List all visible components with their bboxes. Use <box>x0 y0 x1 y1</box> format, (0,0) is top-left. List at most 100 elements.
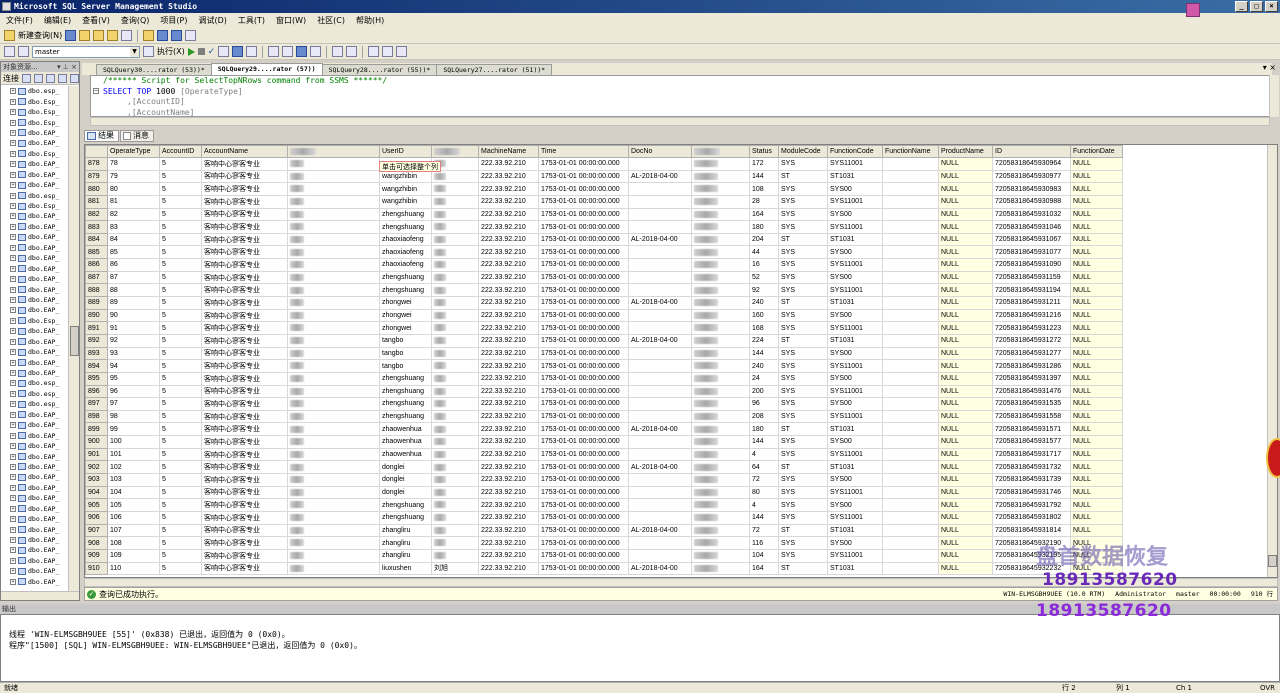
row-number[interactable]: 888 <box>85 283 108 298</box>
table-cell[interactable]: 5 <box>159 447 202 462</box>
row-number[interactable]: 909 <box>85 548 108 563</box>
table-cell[interactable]: NULL <box>1070 308 1123 323</box>
table-cell[interactable]: ST <box>778 460 828 475</box>
table-cell[interactable] <box>691 182 750 196</box>
table-cell[interactable] <box>691 460 750 475</box>
column-header[interactable]: MachineName <box>478 145 539 158</box>
column-header[interactable]: FunctionName <box>882 145 939 158</box>
editor-vscrollbar[interactable] <box>1269 75 1279 117</box>
table-cell[interactable] <box>882 422 939 437</box>
expand-icon[interactable]: + <box>10 265 16 272</box>
row-number[interactable]: 893 <box>85 346 108 361</box>
table-row[interactable]: 910 110 5 客响中心寥客专业 liuxushen 刘旭 222.33.92.210 1… <box>85 561 1123 576</box>
refresh-icon[interactable] <box>70 73 79 83</box>
table-cell[interactable] <box>882 283 939 298</box>
column-header[interactable] <box>431 145 479 158</box>
table-cell[interactable] <box>882 384 939 399</box>
table-cell[interactable]: 客响中心寥客专业 <box>201 510 288 525</box>
table-cell[interactable]: donglei <box>379 473 432 487</box>
table-cell[interactable]: 5 <box>159 548 202 563</box>
tree-item-table[interactable]: + dbo.EAP_ <box>1 566 69 576</box>
row-number[interactable]: 890 <box>85 308 108 323</box>
table-cell[interactable] <box>882 232 939 247</box>
tree-item-table[interactable]: + dbo.EAP_ <box>1 420 69 430</box>
column-header[interactable]: AccountName <box>201 145 288 158</box>
table-cell[interactable]: AL-2018-04-00 <box>628 561 692 576</box>
table-cell[interactable]: NULL <box>1070 359 1123 373</box>
table-cell[interactable]: SYS <box>778 435 828 449</box>
tree-item-table[interactable]: + dbo.EAP_ <box>1 253 69 263</box>
table-cell[interactable]: 客响中心寥客专业 <box>201 485 288 500</box>
table-cell[interactable] <box>691 359 750 373</box>
tree-item-table[interactable]: + dbo.EAP_ <box>1 138 69 148</box>
table-cell[interactable] <box>287 194 380 209</box>
table-cell[interactable]: 204 <box>749 232 779 247</box>
table-cell[interactable] <box>628 321 692 335</box>
table-cell[interactable] <box>628 409 692 424</box>
expand-icon[interactable]: + <box>10 182 16 189</box>
table-cell[interactable] <box>628 498 692 512</box>
table-cell[interactable]: NULL <box>938 409 993 424</box>
expand-icon[interactable]: + <box>10 578 16 585</box>
table-cell[interactable] <box>691 397 750 411</box>
table-cell[interactable]: 240 <box>749 296 779 310</box>
table-cell[interactable]: 91 <box>107 321 160 335</box>
column-header[interactable]: ProductName <box>938 145 993 158</box>
table-cell[interactable]: NULL <box>938 371 993 386</box>
table-cell[interactable]: NULL <box>1070 447 1123 462</box>
table-cell[interactable]: 72058318645931814 <box>992 523 1071 538</box>
table-cell[interactable]: 1753-01-01 00:00:00.000 <box>538 485 629 500</box>
tree-item-table[interactable]: + dbo.EAP_ <box>1 430 69 440</box>
tree-item-table[interactable]: + dbo.EAP_ <box>1 170 69 180</box>
table-cell[interactable]: NULL <box>1070 523 1123 538</box>
table-row[interactable]: 895 95 5 客响中心寥客专业 zhengshuang 222.33.92.210 17… <box>85 371 1123 386</box>
table-cell[interactable]: 97 <box>107 397 160 411</box>
table-cell[interactable] <box>628 473 692 487</box>
table-cell[interactable]: 1753-01-01 00:00:00.000 <box>538 245 629 260</box>
table-row[interactable]: 906 106 5 客响中心寥客专业 zhengshuang 222.33.92.210 1… <box>85 510 1123 525</box>
table-cell[interactable]: 222.33.92.210 <box>478 359 539 373</box>
expand-icon[interactable]: + <box>10 98 16 105</box>
table-cell[interactable]: 208 <box>749 409 779 424</box>
table-cell[interactable] <box>287 258 380 272</box>
tree-item-table[interactable]: + dbo.EAP_ <box>1 451 69 461</box>
table-cell[interactable] <box>287 561 380 576</box>
table-cell[interactable]: 106 <box>107 510 160 525</box>
table-cell[interactable]: 72058318645931077 <box>992 245 1071 260</box>
table-cell[interactable] <box>287 536 380 550</box>
table-cell[interactable]: ST <box>778 232 828 247</box>
table-cell[interactable]: 16 <box>749 258 779 272</box>
table-row[interactable]: 908 108 5 客响中心寥客专业 zhangliru 222.33.92.210 175… <box>85 536 1123 550</box>
table-cell[interactable] <box>287 296 380 310</box>
table-cell[interactable]: ST <box>778 333 828 348</box>
table-cell[interactable] <box>431 473 479 487</box>
expand-icon[interactable]: + <box>10 370 16 377</box>
table-cell[interactable]: SYS11001 <box>827 510 883 525</box>
table-cell[interactable]: NULL <box>1070 397 1123 411</box>
table-cell[interactable]: 72058318645931577 <box>992 435 1071 449</box>
table-cell[interactable]: 72058318645931792 <box>992 498 1071 512</box>
table-cell[interactable]: 1753-01-01 00:00:00.000 <box>538 473 629 487</box>
table-cell[interactable] <box>431 460 479 475</box>
column-header[interactable]: ID <box>992 145 1071 158</box>
table-cell[interactable]: NULL <box>938 447 993 462</box>
column-header[interactable]: OperateType <box>107 145 160 158</box>
open-file-icon[interactable] <box>143 30 155 41</box>
table-cell[interactable]: zhaowenhua <box>379 447 432 462</box>
table-cell[interactable]: wangzhibin <box>379 182 432 196</box>
table-cell[interactable]: 5 <box>159 169 202 184</box>
stop-icon[interactable] <box>46 73 55 83</box>
table-cell[interactable] <box>882 523 939 538</box>
expand-icon[interactable]: + <box>10 338 16 345</box>
table-cell[interactable] <box>431 346 479 361</box>
row-number[interactable]: 880 <box>85 182 108 196</box>
table-cell[interactable]: 5 <box>159 409 202 424</box>
table-cell[interactable]: 52 <box>749 270 779 285</box>
display-plan-icon[interactable] <box>218 46 230 57</box>
tree-item-table[interactable]: + dbo.EAP_ <box>1 472 69 482</box>
tree-item-table[interactable]: + dbo.EAP_ <box>1 410 69 420</box>
table-cell[interactable]: 95 <box>107 371 160 386</box>
table-cell[interactable] <box>691 308 750 323</box>
table-cell[interactable]: 222.33.92.210 <box>478 169 539 184</box>
tree-item-table[interactable]: + dbo.EAP_ <box>1 441 69 451</box>
